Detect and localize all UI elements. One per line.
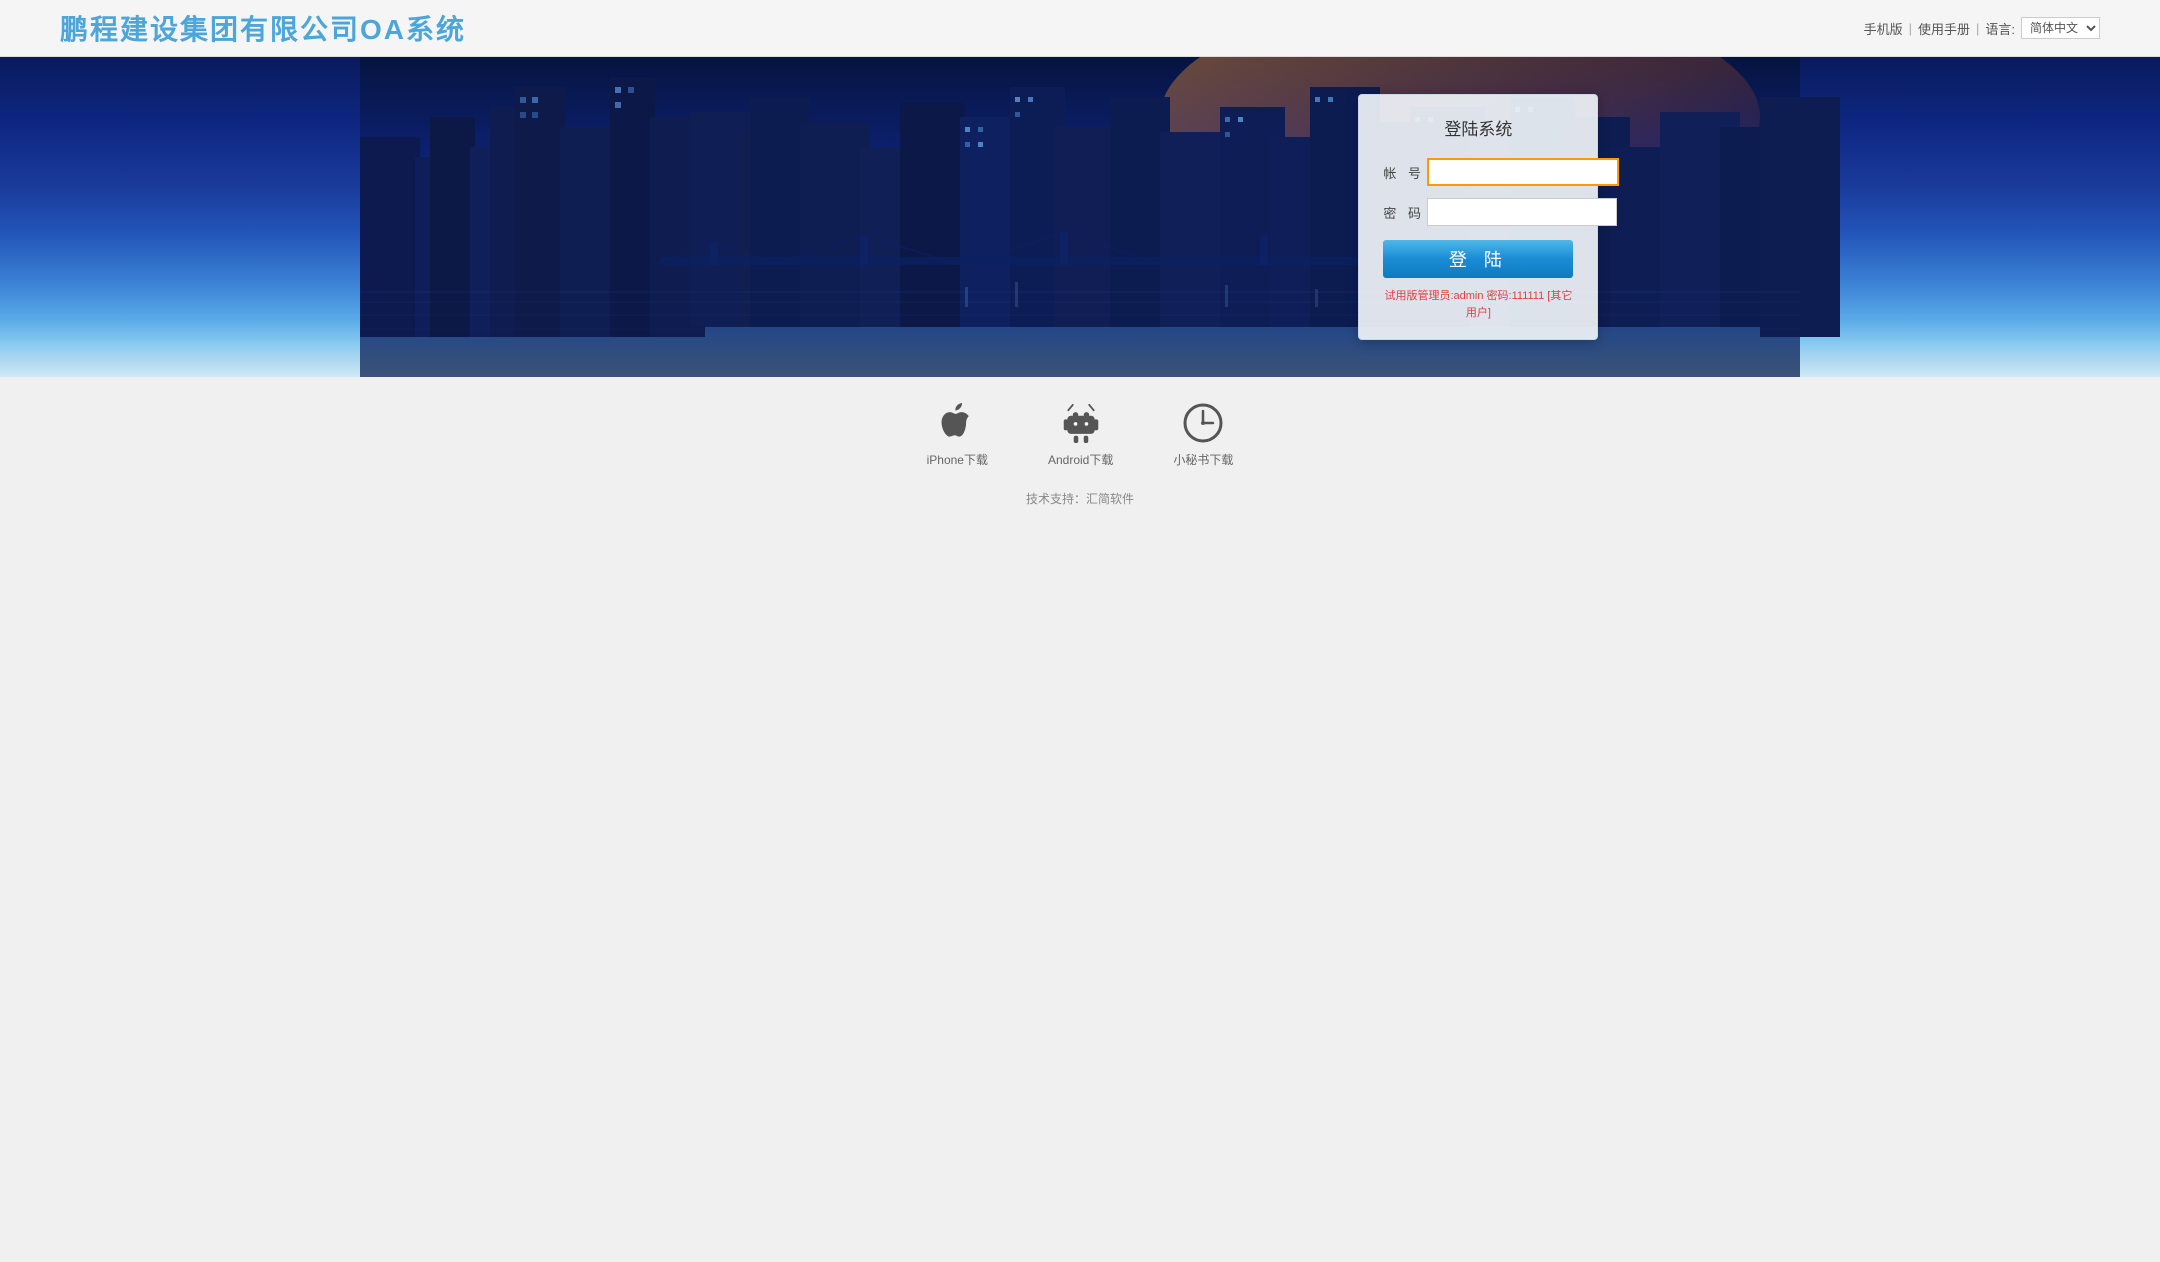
- login-box: 登陆系统 帐 号 密 码 登 陆 试用版管理员:admin 密码:111111 …: [1358, 94, 1598, 340]
- login-button[interactable]: 登 陆: [1383, 240, 1573, 278]
- username-row: 帐 号: [1383, 158, 1573, 186]
- secretary-download-link[interactable]: 小秘书下载: [1173, 401, 1233, 468]
- username-input[interactable]: [1427, 158, 1619, 186]
- language-select[interactable]: 简体中文 English: [2021, 17, 2100, 39]
- download-icons-row: iPhone下载 Android下载: [927, 401, 1234, 468]
- android-icon: [1059, 401, 1103, 445]
- username-label: 帐 号: [1383, 163, 1419, 182]
- iphone-icon: [935, 401, 979, 445]
- iphone-download-link[interactable]: iPhone下载: [927, 401, 988, 468]
- language-label: 语言:: [1985, 19, 2015, 38]
- banner-section: 登陆系统 帐 号 密 码 登 陆 试用版管理员:admin 密码:111111 …: [0, 57, 2160, 377]
- iphone-label: iPhone下载: [927, 451, 988, 468]
- page-header: 鹏程建设集团有限公司OA系统 手机版 | 使用手册 | 语言: 简体中文 Eng…: [0, 0, 2160, 57]
- site-title: 鹏程建设集团有限公司OA系统: [60, 8, 466, 48]
- download-section: iPhone下载 Android下载: [0, 377, 2160, 523]
- password-row: 密 码: [1383, 198, 1573, 226]
- separator-2: |: [1976, 21, 1979, 36]
- manual-link[interactable]: 使用手册: [1918, 19, 1970, 38]
- header-nav: 手机版 | 使用手册 | 语言: 简体中文 English: [1864, 17, 2100, 39]
- android-download-link[interactable]: Android下载: [1048, 401, 1113, 468]
- secretary-label: 小秘书下载: [1173, 451, 1233, 468]
- tech-support: 技术支持：汇简软件: [1026, 490, 1134, 507]
- android-label: Android下载: [1048, 451, 1113, 468]
- secretary-icon: [1181, 401, 1225, 445]
- separator-1: |: [1909, 21, 1912, 36]
- login-hint: 试用版管理员:admin 密码:111111 [其它用户]: [1383, 288, 1573, 321]
- password-input[interactable]: [1427, 198, 1617, 226]
- mobile-version-link[interactable]: 手机版: [1864, 19, 1903, 38]
- password-label: 密 码: [1383, 203, 1419, 222]
- login-title: 登陆系统: [1383, 115, 1573, 140]
- hint-text: 试用版管理员:admin 密码:111111 [其它用户]: [1384, 290, 1572, 319]
